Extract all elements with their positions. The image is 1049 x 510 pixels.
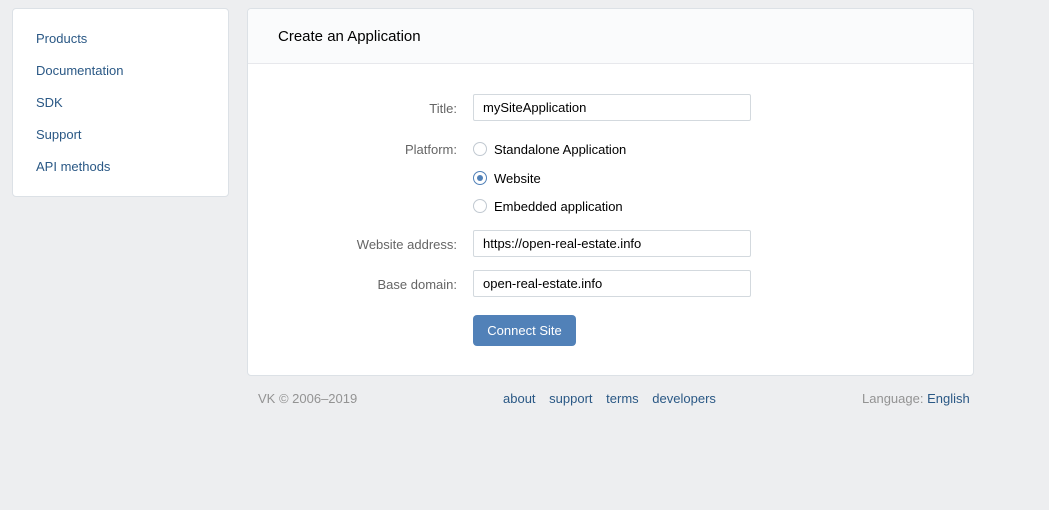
platform-label: Platform: [404,142,457,157]
language-link[interactable]: English [927,391,970,406]
footer-link-about[interactable]: about [503,391,536,406]
website-address-input[interactable] [473,230,751,257]
footer-links: about support terms developers [503,391,726,406]
sidebar-item-support[interactable]: Support [13,125,228,157]
footer-link-terms[interactable]: terms [606,391,639,406]
title-input[interactable] [473,94,751,121]
radio-embedded[interactable] [473,199,487,213]
radio-standalone[interactable] [473,142,487,156]
radio-label-standalone: Standalone Application [494,141,627,157]
radio-label-embedded: Embedded application [494,198,623,214]
domain-label: Base domain: [377,277,458,292]
radio-label-website: Website [494,170,541,186]
sidebar-menu: Products Documentation SDK Support API m… [12,8,229,197]
title-label: Title: [429,101,457,116]
sidebar-item-sdk[interactable]: SDK [13,93,228,125]
copyright: VK © 2006–2019 [258,391,358,406]
website-label: Website address: [356,237,457,252]
platform-option-website[interactable]: Website [473,168,541,188]
radio-website[interactable] [473,171,487,185]
platform-option-embedded[interactable]: Embedded application [473,196,623,216]
page-title: Create an Application [248,9,973,64]
footer-link-developers[interactable]: developers [652,391,716,406]
sidebar-item-products[interactable]: Products [13,29,228,61]
footer-link-support[interactable]: support [549,391,592,406]
connect-site-button[interactable]: Connect Site [473,315,576,346]
create-application-panel: Create an Application Title: Platform: S… [247,8,974,376]
language-selector: Language: English [862,391,970,406]
language-label: Language: [862,391,924,406]
base-domain-input[interactable] [473,270,751,297]
footer: VK © 2006–2019 about support terms devel… [0,391,1049,411]
sidebar-item-api-methods[interactable]: API methods [13,157,228,189]
platform-option-standalone[interactable]: Standalone Application [473,139,626,159]
sidebar-item-documentation[interactable]: Documentation [13,61,228,93]
